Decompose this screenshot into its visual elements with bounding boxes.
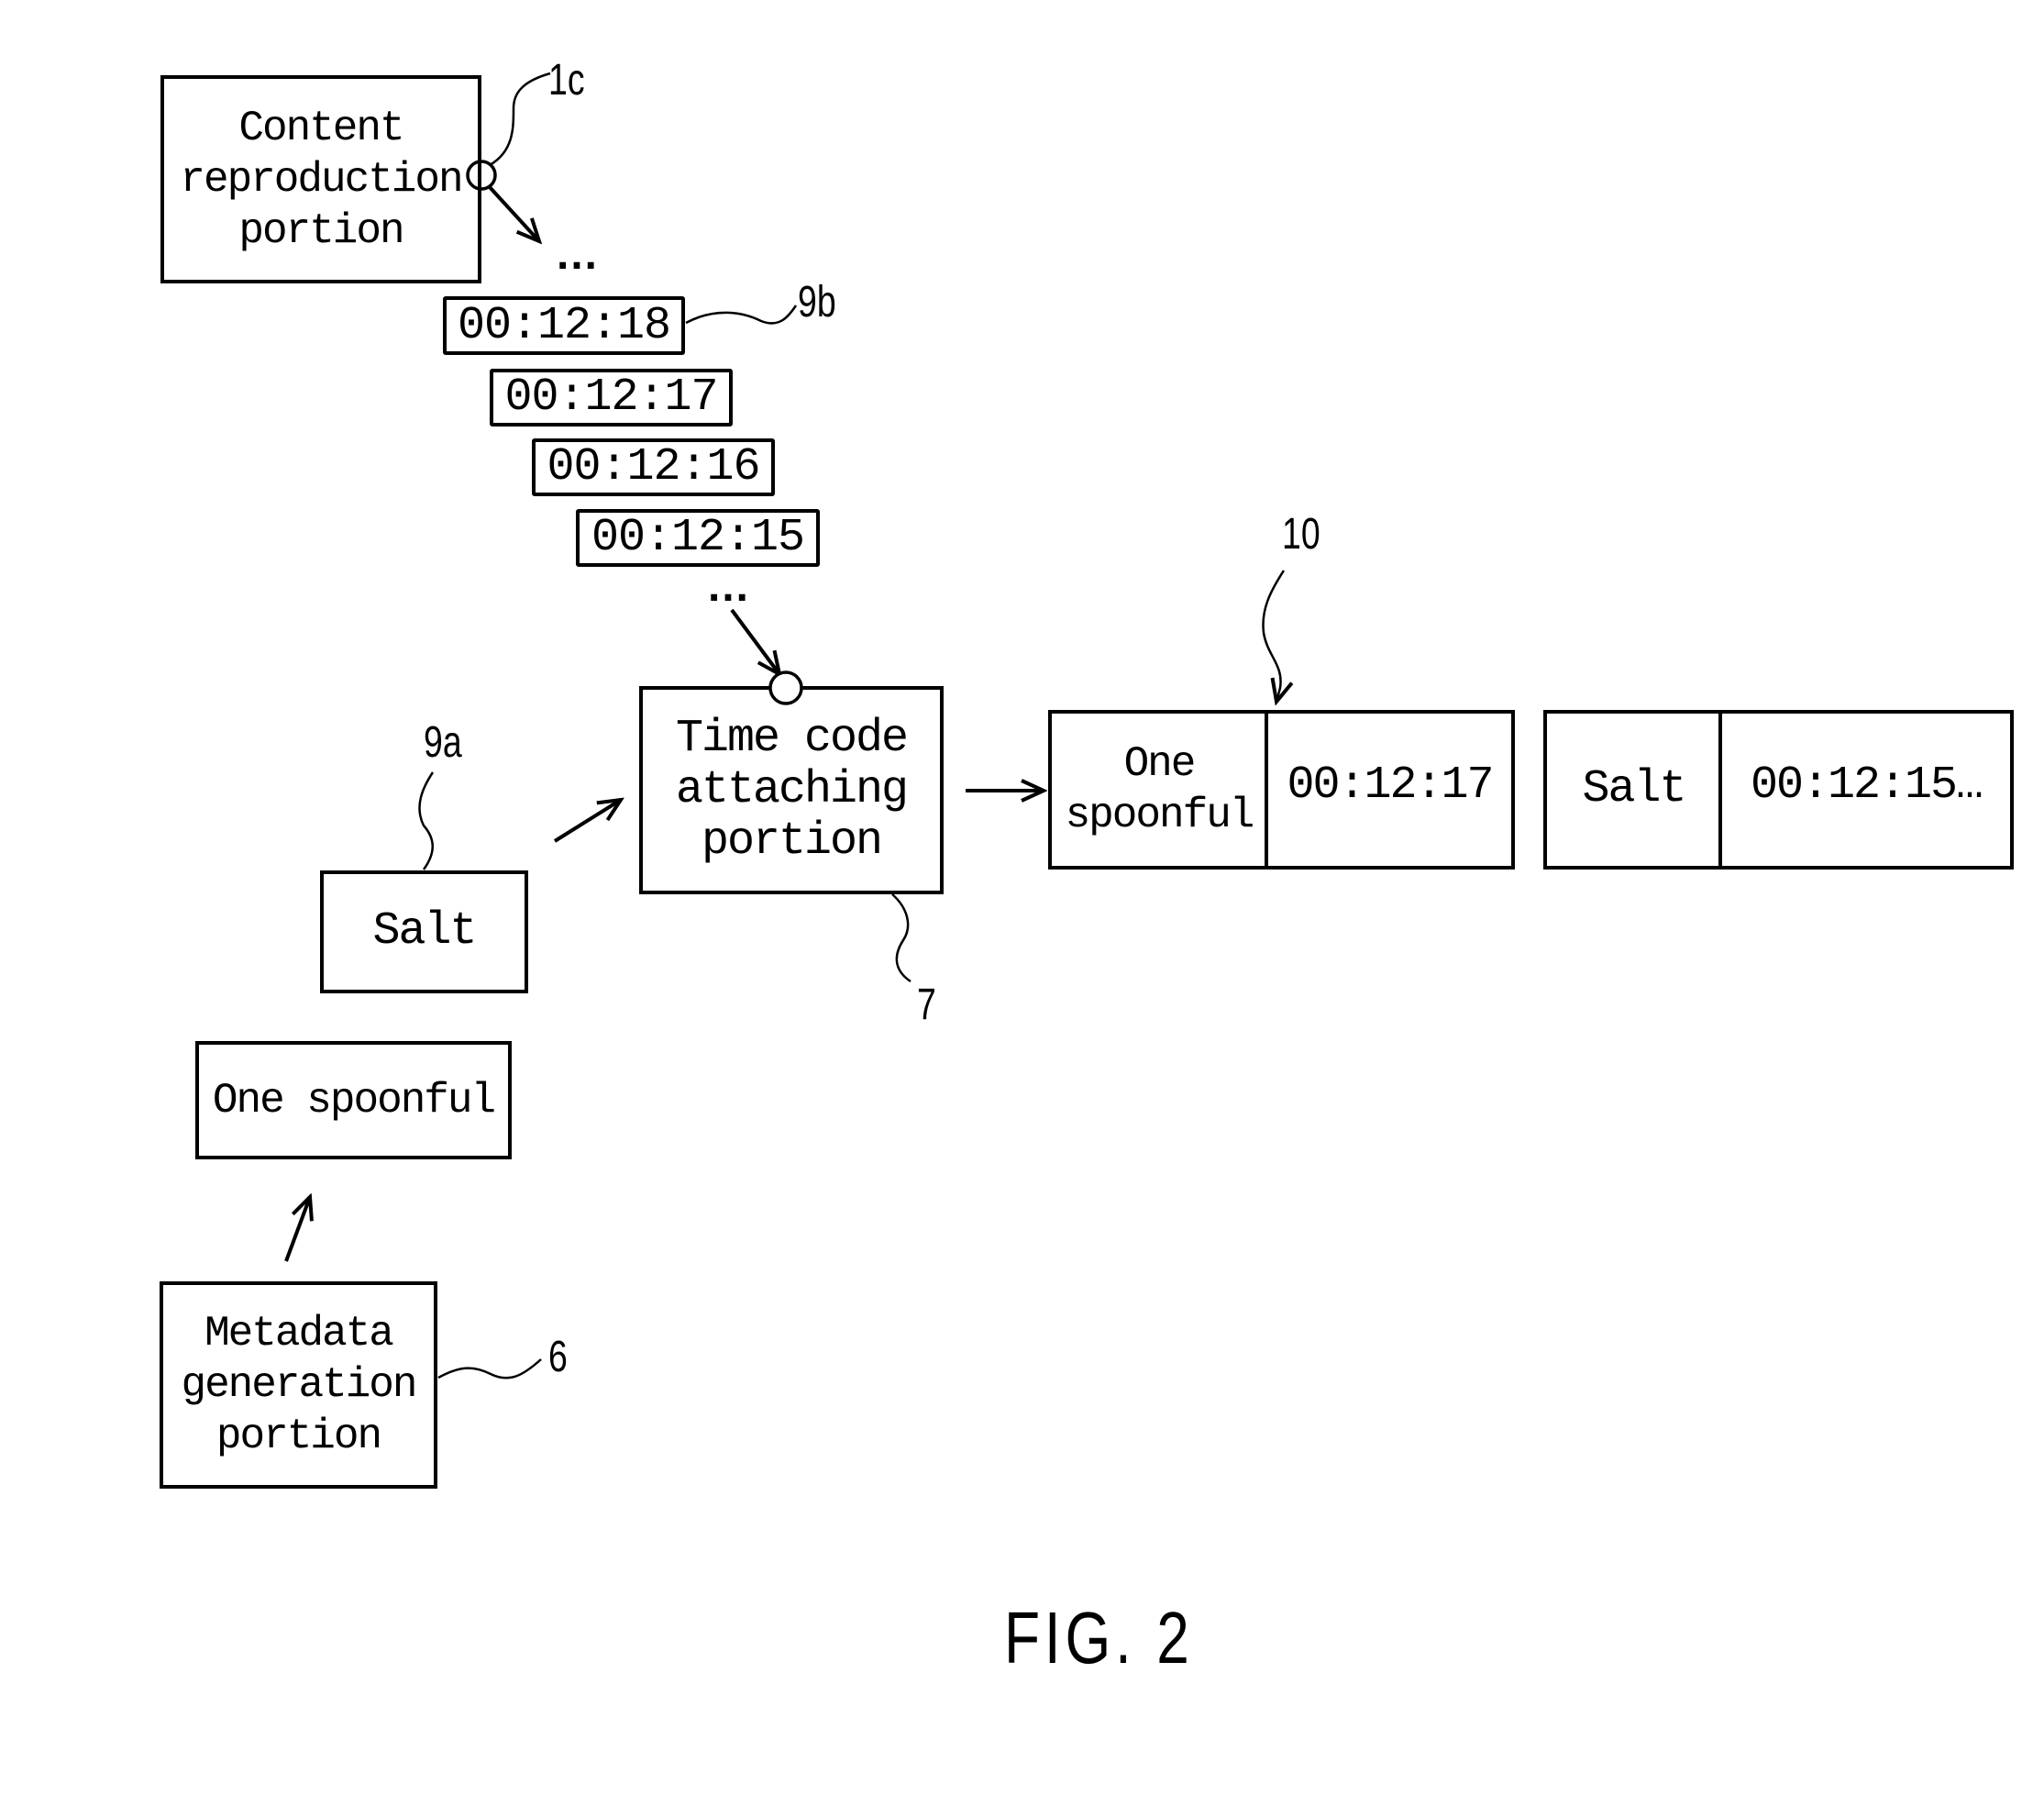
content-reproduction-label: Content reproduction portion	[180, 104, 463, 255]
time-code-box: 00:12:16	[532, 438, 775, 496]
ref-label-7: 7	[917, 981, 936, 1029]
leader-line-9b	[685, 305, 798, 325]
arrow-metadata-to-attaching	[553, 800, 621, 843]
time-code-box: 00:12:15	[576, 509, 820, 567]
patent-figure: Content reproduction portion 1c … 00:12:…	[0, 0, 2044, 1806]
record-metadata-text: Salt	[1582, 763, 1686, 815]
time-code-attaching-block: Time code attaching portion	[639, 686, 944, 894]
content-reproduction-block: Content reproduction portion	[160, 75, 481, 283]
leader-line-1c	[489, 72, 551, 167]
metadata-item-box: One spoonful	[195, 1041, 512, 1159]
record-metadata-cell: Salt	[1547, 714, 1720, 866]
record-metadata-text: One spoonful	[1065, 740, 1255, 839]
record-time-code-text: 00:12:17	[1287, 759, 1494, 812]
metadata-generation-label: Metadata generation portion	[181, 1310, 417, 1460]
output-record: One spoonful 00:12:17	[1048, 710, 1515, 870]
metadata-item-text: Salt	[372, 905, 477, 958]
time-code-value: 00:12:16	[547, 441, 760, 493]
time-code-box: 00:12:18	[443, 296, 685, 355]
leader-line-10	[1262, 570, 1284, 702]
time-code-value: 00:12:15	[591, 512, 805, 564]
ref-label-9b: 9b	[798, 278, 836, 327]
record-metadata-cell: One spoonful	[1052, 714, 1266, 866]
time-code-box: 00:12:17	[490, 369, 733, 427]
time-code-attaching-label: Time code attaching portion	[675, 712, 909, 868]
arrow-generation-to-items	[284, 1197, 310, 1262]
record-time-code-cell: 00:12:17	[1268, 714, 1511, 866]
time-code-value: 00:12:17	[504, 371, 718, 424]
ref-label-9a: 9a	[424, 718, 462, 767]
metadata-generation-block: Metadata generation portion	[160, 1281, 437, 1489]
leader-line-9a	[418, 771, 435, 870]
output-record: Salt 00:12:15…	[1543, 710, 2014, 870]
ref-label-6: 6	[548, 1333, 568, 1381]
leader-line-6	[437, 1358, 542, 1379]
ref-label-1c: 1c	[548, 56, 585, 105]
ref-label-10: 10	[1282, 510, 1320, 559]
ellipsis-bottom: …	[706, 562, 752, 611]
record-time-code-cell: 00:12:15…	[1722, 714, 2010, 866]
ellipsis-top: …	[555, 230, 601, 279]
metadata-item-text: One spoonful	[212, 1076, 496, 1125]
leader-line-7	[891, 893, 912, 983]
arrow-into-attaching	[730, 608, 779, 674]
time-code-value: 00:12:18	[457, 299, 671, 352]
arrow-from-content	[487, 184, 539, 241]
record-time-code-text: 00:12:15…	[1750, 759, 1983, 812]
metadata-item-box: Salt	[320, 870, 528, 993]
figure-caption: FIG. 2	[1004, 1597, 1194, 1679]
